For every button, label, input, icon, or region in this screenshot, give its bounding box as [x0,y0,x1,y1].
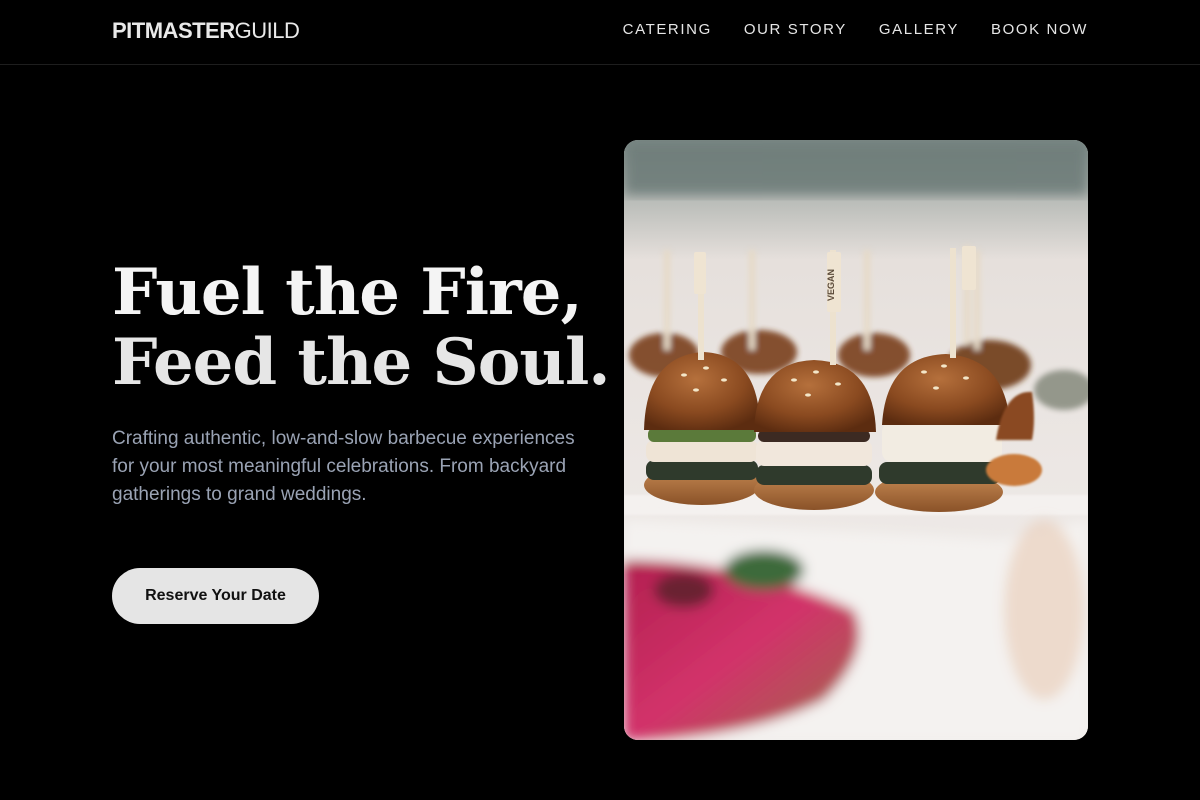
sliders-illustration: VEGAN [624,140,1088,740]
brand-name-bold: PITMASTER [112,18,235,43]
brand-logo[interactable]: PITMASTERGUILD [112,18,300,44]
hero-headline-line-2: Feed the Soul. [112,325,611,400]
hero-headline-line-1: Fuel the Fire, [112,255,583,330]
hero-description: Crafting authentic, low-and-slow barbecu… [112,428,575,505]
nav-link-catering[interactable]: CATERING [623,21,712,38]
main-nav: CATERING OUR STORY GALLERY BOOK NOW [623,21,1088,38]
vegan-pick-label: VEGAN [826,269,836,301]
hero-headline: Fuel the Fire, Feed the Soul. [112,258,612,398]
brand-name-light: GUILD [234,18,300,43]
nav-link-our-story[interactable]: OUR STORY [744,21,847,38]
hero-photo-sliders: VEGAN [624,140,1088,740]
nav-link-book-now[interactable]: BOOK NOW [991,21,1088,38]
reserve-date-button[interactable]: Reserve Your Date [112,568,319,624]
nav-link-gallery[interactable]: GALLERY [879,21,959,38]
top-navigation-bar: PITMASTERGUILD CATERING OUR STORY GALLER… [0,0,1200,65]
